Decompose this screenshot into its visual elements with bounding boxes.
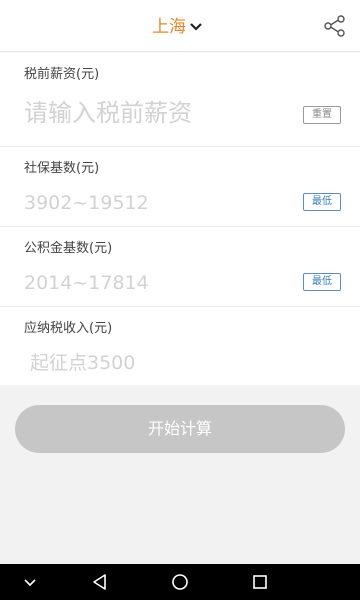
housing-fund-input[interactable] [24,269,284,297]
taxable-income-row: 应纳税收入(元) [0,307,360,385]
housing-fund-row: 公积金基数(元) 最低 [0,227,360,307]
salary-label: 税前薪资(元) [24,67,100,82]
social-security-row: 社保基数(元) 最低 [0,147,360,227]
chevron-down-icon[interactable] [20,572,40,592]
system-navigation-bar [0,564,360,600]
recents-icon[interactable] [250,572,270,592]
taxable-income-input[interactable] [30,349,290,377]
salary-form: 税前薪资(元) 重置 社保基数(元) 最低 公积金基数(元) 最低 应纳税收入(… [0,52,360,385]
reset-button[interactable]: 重置 [303,106,341,124]
share-icon[interactable] [322,14,348,38]
housing-fund-label: 公积金基数(元) [24,241,113,256]
social-security-input[interactable] [24,189,284,217]
home-icon[interactable] [170,572,190,592]
app-header: 上海 [0,0,360,52]
calculate-button[interactable]: 开始计算 [15,405,345,453]
social-security-min-button[interactable]: 最低 [303,193,341,211]
city-label: 上海 [152,17,186,37]
salary-row: 税前薪资(元) 重置 [0,52,360,147]
taxable-income-label: 应纳税收入(元) [24,321,113,336]
city-selector[interactable]: 上海 [152,16,204,38]
housing-fund-min-button[interactable]: 最低 [303,273,341,291]
chevron-down-icon [188,16,204,38]
back-icon[interactable] [90,572,110,592]
social-security-label: 社保基数(元) [24,161,100,176]
salary-input[interactable] [24,96,284,130]
